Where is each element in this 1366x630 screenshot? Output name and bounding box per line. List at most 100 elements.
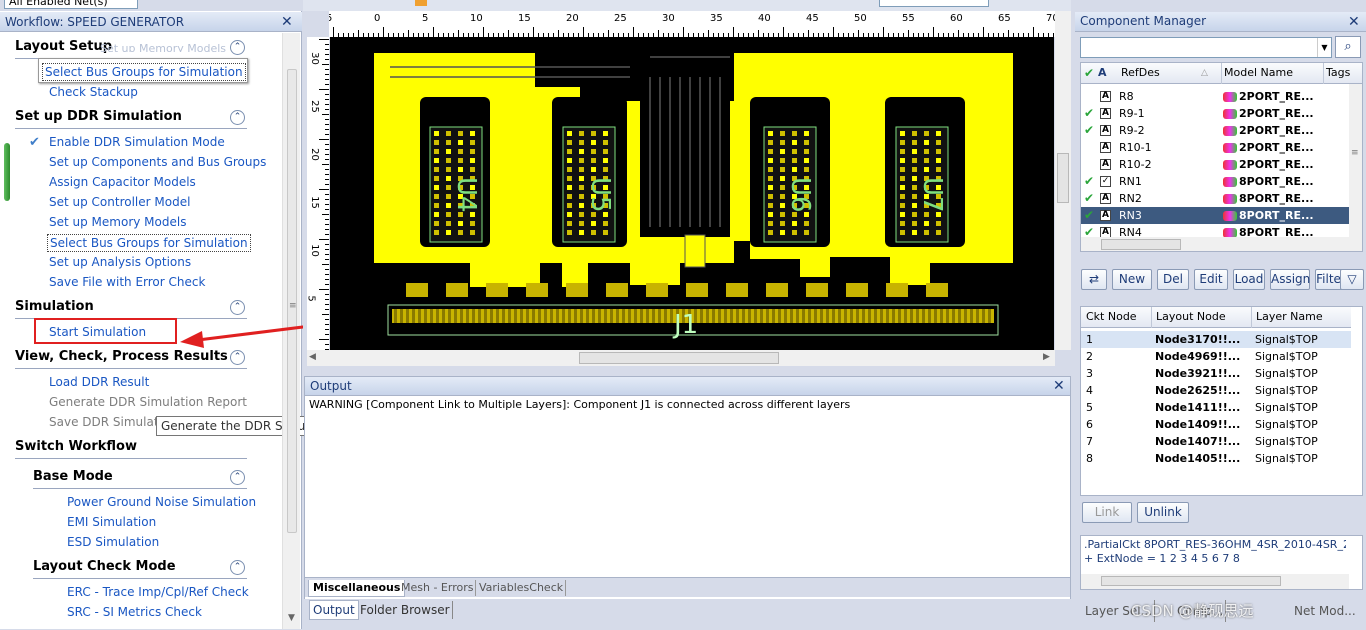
power-ground-link[interactable]: Power Ground Noise Simulation xyxy=(67,494,256,510)
cm-del-button[interactable]: Del xyxy=(1157,269,1189,290)
tab-mesh-errors[interactable]: Mesh - Errors xyxy=(399,580,477,596)
collapse-ddr-setup-icon[interactable]: ⌃ xyxy=(230,110,245,125)
collapse-layout-check-icon[interactable]: ⌃ xyxy=(230,560,245,575)
cm-close-icon[interactable]: ✕ xyxy=(1348,15,1360,29)
esd-simulation-link[interactable]: ESD Simulation xyxy=(67,534,159,550)
col-refdes[interactable]: RefDes xyxy=(1121,63,1160,83)
cm-row[interactable]: ✔ A RN2 8PORT_RE... xyxy=(1081,190,1349,207)
src-check-link[interactable]: SRC - SI Metrics Check xyxy=(67,604,202,620)
check-icon[interactable]: ✔ xyxy=(1084,173,1096,190)
cm-assign-button[interactable]: Assign xyxy=(1270,269,1310,290)
cm-row[interactable]: A R10-2 2PORT_RE... xyxy=(1081,156,1349,173)
assign-capacitor-link[interactable]: Assign Capacitor Models xyxy=(49,174,196,190)
scroll-thumb[interactable] xyxy=(1101,239,1181,250)
setup-analysis-link[interactable]: Set up Analysis Options xyxy=(49,254,191,270)
tab-net-mod[interactable]: Net Mod... xyxy=(1294,600,1356,622)
setup-controller-link[interactable]: Set up Controller Model xyxy=(49,194,190,210)
cm-row[interactable]: A R10-1 2PORT_RE... xyxy=(1081,139,1349,156)
cm-new-button[interactable]: New xyxy=(1112,269,1152,290)
check-icon[interactable]: ✔ xyxy=(1084,207,1096,224)
start-simulation-link[interactable]: Start Simulation xyxy=(49,324,146,340)
checked-checkbox[interactable]: ✓ xyxy=(1100,176,1111,187)
output-close-icon[interactable]: ✕ xyxy=(1053,379,1065,393)
col-layout-node[interactable]: Layout Node xyxy=(1151,307,1226,328)
setup-memory-link[interactable]: Set up Memory Models xyxy=(49,214,186,230)
cm-edit-button[interactable]: Edit xyxy=(1194,269,1228,290)
link-button[interactable]: Link xyxy=(1082,502,1132,523)
tab-output[interactable]: Output xyxy=(309,600,359,620)
tab-variables-check[interactable]: VariablesCheck xyxy=(477,580,567,596)
unlink-button[interactable]: Unlink xyxy=(1137,502,1189,523)
check-all-icon[interactable]: ✔ xyxy=(1084,63,1094,83)
check-icon[interactable]: ✔ xyxy=(1084,122,1096,139)
collapse-base-mode-icon[interactable]: ⌃ xyxy=(230,470,245,485)
autoassign-checkbox[interactable]: A xyxy=(1100,108,1111,119)
info-hscroll[interactable] xyxy=(1081,574,1349,589)
layout-hscroll[interactable]: ◀ ▶ xyxy=(307,350,1055,366)
generate-report-link[interactable]: Generate DDR Simulation Report xyxy=(49,394,247,410)
col-tags[interactable]: Tags xyxy=(1323,63,1350,84)
cm-row[interactable]: ✔ A R9-1 2PORT_RE... xyxy=(1081,105,1349,122)
node-row[interactable]: 8 Node1405!!... Signal$TOP xyxy=(1081,450,1351,467)
node-row[interactable]: 5 Node1411!!... Signal$TOP xyxy=(1081,399,1351,416)
scroll-down-icon[interactable]: ▼ xyxy=(288,613,295,623)
select-bus-groups-link-2[interactable]: Select Bus Groups for Simulation xyxy=(47,234,251,252)
autoassign-checkbox[interactable]: A xyxy=(1100,159,1111,170)
node-row[interactable]: 6 Node1409!!... Signal$TOP xyxy=(1081,416,1351,433)
pcb-canvas[interactable]: U4 U5 U6 U7 J1 xyxy=(330,37,1054,350)
scroll-left-icon[interactable]: ◀ xyxy=(309,352,316,362)
filter-icon[interactable]: ▽ xyxy=(1340,269,1364,290)
collapse-layout-setup-icon[interactable]: ⌃ xyxy=(230,40,245,55)
cm-row[interactable]: ✔ A RN3 8PORT_RE... xyxy=(1081,207,1349,224)
chevron-down-icon[interactable]: ▼ xyxy=(1317,38,1331,57)
emi-simulation-link[interactable]: EMI Simulation xyxy=(67,514,156,530)
net-filter-combo[interactable]: All Enabled Net(s) xyxy=(4,0,138,9)
node-row[interactable]: 1 Node3170!!... Signal$TOP xyxy=(1081,331,1351,348)
select-bus-groups-link[interactable]: Select Bus Groups for Simulation xyxy=(42,63,246,81)
node-row[interactable]: 3 Node3921!!... Signal$TOP xyxy=(1081,365,1351,382)
load-ddr-result-link[interactable]: Load DDR Result xyxy=(49,374,149,390)
scroll-thumb[interactable] xyxy=(1057,153,1069,203)
col-model-name[interactable]: Model Name xyxy=(1221,63,1293,84)
node-row[interactable]: 4 Node2625!!... Signal$TOP xyxy=(1081,382,1351,399)
scroll-thumb[interactable] xyxy=(579,352,779,364)
tab-folder-browser[interactable]: Folder Browser xyxy=(360,601,453,619)
hidden-memory-models-item[interactable]: Set up Memory Models xyxy=(100,44,226,52)
col-ckt-node[interactable]: Ckt Node xyxy=(1086,307,1137,327)
save-file-link[interactable]: Save File with Error Check xyxy=(49,274,205,290)
ruler-tick xyxy=(458,30,459,37)
toolbar-combo[interactable] xyxy=(879,0,989,7)
enable-ddr-link[interactable]: Enable DDR Simulation Mode xyxy=(49,134,225,150)
close-icon[interactable]: ✕ xyxy=(281,15,293,29)
layout-vscroll[interactable] xyxy=(1055,11,1071,350)
check-icon[interactable]: ✔ xyxy=(1084,190,1096,207)
cm-search-input[interactable]: ▼ xyxy=(1080,37,1332,58)
cm-row[interactable]: A R8 2PORT_RE... xyxy=(1081,88,1349,105)
erc-check-link[interactable]: ERC - Trace Imp/Cpl/Ref Check xyxy=(67,584,249,600)
node-row[interactable]: 2 Node4969!!... Signal$TOP xyxy=(1081,348,1351,365)
setup-components-link[interactable]: Set up Components and Bus Groups xyxy=(49,154,266,170)
cm-load-button[interactable]: Load xyxy=(1233,269,1265,290)
autoassign-checkbox[interactable]: A xyxy=(1100,142,1111,153)
collapse-simulation-icon[interactable]: ⌃ xyxy=(230,300,245,315)
scroll-right-icon[interactable]: ▶ xyxy=(1043,352,1050,362)
autoassign-checkbox[interactable]: A xyxy=(1100,125,1111,136)
ic-pad xyxy=(780,176,785,181)
scroll-thumb[interactable] xyxy=(1101,576,1281,586)
refresh-icon[interactable]: ⇄ xyxy=(1081,269,1107,290)
node-row[interactable]: 7 Node1407!!... Signal$TOP xyxy=(1081,433,1351,450)
cm-hscroll[interactable] xyxy=(1081,237,1349,251)
check-stackup-link[interactable]: Check Stackup xyxy=(49,84,138,100)
autoassign-checkbox[interactable]: A xyxy=(1100,193,1111,204)
autoassign-checkbox[interactable]: A xyxy=(1100,91,1111,102)
autoassign-checkbox[interactable]: A xyxy=(1100,210,1111,221)
ruler-tick xyxy=(783,27,784,37)
cm-vscroll[interactable]: ≡ xyxy=(1349,84,1362,251)
check-icon[interactable]: ✔ xyxy=(1084,105,1096,122)
tab-miscellaneous[interactable]: Miscellaneous xyxy=(308,580,406,597)
cm-row[interactable]: ✔ ✓ RN1 8PORT_RE... xyxy=(1081,173,1349,190)
toolbar-icon[interactable] xyxy=(415,0,427,6)
search-icon[interactable]: ⌕ xyxy=(1335,36,1361,58)
cm-row[interactable]: ✔ A R9-2 2PORT_RE... xyxy=(1081,122,1349,139)
col-layer-name[interactable]: Layer Name xyxy=(1251,307,1323,328)
